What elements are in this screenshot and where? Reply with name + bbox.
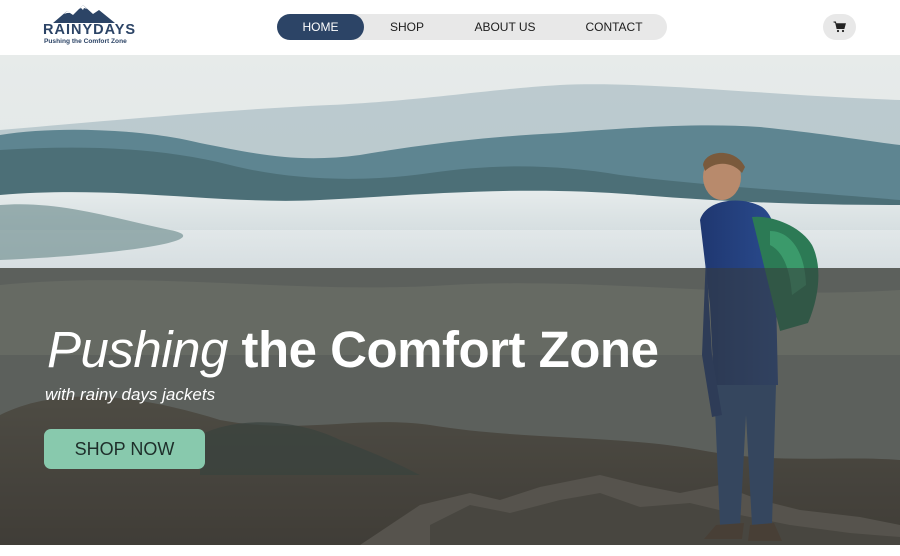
cart-button[interactable] <box>823 14 856 40</box>
hero-title-italic: Pushing <box>47 321 228 378</box>
mountain-logo-icon <box>53 5 115 23</box>
nav-home[interactable]: HOME <box>277 14 364 40</box>
hero-text-overlay <box>0 268 900 545</box>
main-nav: HOME SHOP ABOUT US CONTACT <box>277 14 667 40</box>
shop-now-button[interactable]: SHOP NOW <box>44 429 205 469</box>
hero-subtitle: with rainy days jackets <box>45 385 216 404</box>
site-header: RAINYDAYS Pushing the Comfort Zone HOME … <box>0 0 900 55</box>
hero-title-bold: the Comfort Zone <box>241 321 659 378</box>
brand-name: RAINYDAYS <box>43 22 137 38</box>
shopping-cart-icon <box>833 21 846 33</box>
nav-contact[interactable]: CONTACT <box>577 14 651 40</box>
nav-shop[interactable]: SHOP <box>377 14 437 40</box>
hero-title: Pushing the Comfort Zone <box>47 320 659 379</box>
brand-tagline: Pushing the Comfort Zone <box>44 38 127 45</box>
hero-section: Pushing the Comfort Zone with rainy days… <box>0 55 900 545</box>
page-bottom-edge <box>0 545 900 556</box>
nav-about-us[interactable]: ABOUT US <box>469 14 541 40</box>
brand-logo[interactable]: RAINYDAYS Pushing the Comfort Zone <box>43 5 135 47</box>
